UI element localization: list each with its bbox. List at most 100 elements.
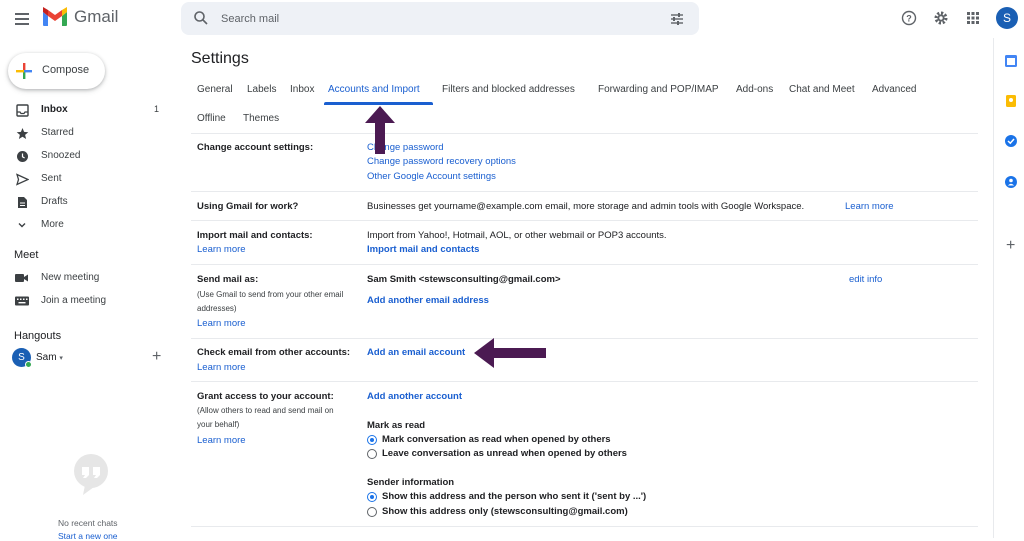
grant-access-help-2: your behalf) bbox=[197, 420, 240, 429]
settings-gear-icon[interactable] bbox=[932, 9, 950, 27]
tab-accounts-and-import[interactable]: Accounts and Import bbox=[328, 84, 420, 95]
mark-read-radio[interactable] bbox=[367, 435, 377, 445]
tab-advanced[interactable]: Advanced bbox=[872, 84, 916, 95]
sidebar-item-starred[interactable]: Starred bbox=[0, 122, 175, 144]
mark-read-option-label: Mark conversation as read when opened by… bbox=[382, 434, 611, 445]
help-icon[interactable]: ? bbox=[900, 9, 918, 27]
unread-count: 1 bbox=[154, 104, 160, 114]
sidebar-item-new-meeting[interactable]: New meeting bbox=[0, 267, 175, 289]
sidebar-item-join-meeting[interactable]: Join a meeting bbox=[0, 290, 175, 312]
divider bbox=[191, 264, 978, 265]
show-both-option-label: Show this address and the person who sen… bbox=[382, 491, 647, 502]
hangouts-section-title: Hangouts bbox=[14, 330, 62, 342]
apps-grid-icon[interactable] bbox=[964, 9, 982, 27]
tab-filters[interactable]: Filters and blocked addresses bbox=[442, 84, 575, 95]
tab-themes[interactable]: Themes bbox=[243, 113, 279, 124]
contacts-icon[interactable] bbox=[1004, 175, 1018, 189]
search-input[interactable] bbox=[221, 2, 641, 35]
divider bbox=[191, 220, 978, 221]
inbox-icon bbox=[15, 103, 29, 117]
file-icon bbox=[15, 195, 29, 209]
check-email-learn-more-link[interactable]: Learn more bbox=[197, 362, 246, 373]
annotation-arrow-up bbox=[365, 106, 395, 154]
compose-label: Compose bbox=[42, 64, 90, 76]
plus-icon bbox=[16, 63, 32, 79]
show-address-only-radio[interactable] bbox=[367, 507, 377, 517]
tab-inbox[interactable]: Inbox bbox=[290, 84, 314, 95]
divider bbox=[191, 133, 978, 134]
chat-bubble-icon bbox=[74, 454, 108, 495]
page-title: Settings bbox=[191, 50, 249, 67]
meet-section-title: Meet bbox=[14, 249, 39, 261]
hangouts-user[interactable]: S Sam ▾ + bbox=[12, 348, 172, 368]
start-new-chat-link[interactable]: Start a new one bbox=[58, 531, 118, 541]
sidebar-item-sent[interactable]: Sent bbox=[0, 168, 175, 190]
hangouts-user-name: Sam ▾ bbox=[36, 352, 63, 363]
main-menu-icon[interactable] bbox=[12, 9, 32, 29]
search-bar[interactable] bbox=[181, 2, 699, 35]
show-both-radio[interactable] bbox=[367, 492, 377, 502]
star-icon bbox=[15, 126, 29, 140]
sidebar-item-drafts[interactable]: Drafts bbox=[0, 191, 175, 213]
sidebar-item-inbox[interactable]: Inbox 1 bbox=[0, 99, 175, 121]
divider bbox=[191, 191, 978, 192]
tab-forwarding[interactable]: Forwarding and POP/IMAP bbox=[598, 84, 719, 95]
compose-button[interactable]: Compose bbox=[8, 53, 105, 89]
workspace-learn-more-link[interactable]: Learn more bbox=[845, 201, 894, 212]
send-as-address: Sam Smith <stewsconsulting@gmail.com> bbox=[367, 274, 561, 285]
check-email-label: Check email from other accounts: bbox=[197, 347, 351, 358]
annotation-arrow-left bbox=[474, 338, 546, 368]
grant-access-help: (Allow others to read and send mail on bbox=[197, 406, 334, 415]
gmail-for-work-label: Using Gmail for work? bbox=[197, 201, 299, 212]
app-name: Gmail bbox=[74, 7, 119, 26]
send-icon bbox=[15, 172, 29, 186]
show-address-only-option-label: Show this address only (stewsconsulting@… bbox=[382, 506, 628, 517]
change-account-label: Change account settings: bbox=[197, 142, 314, 153]
tab-labels[interactable]: Labels bbox=[247, 84, 276, 95]
sidebar-item-label: Drafts bbox=[41, 196, 68, 207]
calendar-icon[interactable] bbox=[1004, 54, 1018, 68]
add-chat-icon[interactable]: + bbox=[152, 348, 161, 366]
import-learn-more-link[interactable]: Learn more bbox=[197, 244, 246, 255]
tab-add-ons[interactable]: Add-ons bbox=[736, 84, 773, 95]
get-add-ons-icon[interactable]: + bbox=[1006, 237, 1015, 255]
video-icon bbox=[15, 271, 29, 285]
add-email-account-link[interactable]: Add an email account bbox=[367, 347, 465, 358]
add-another-account-link[interactable]: Add another account bbox=[367, 391, 462, 402]
search-icon[interactable] bbox=[193, 10, 209, 26]
gmail-m-icon bbox=[43, 7, 67, 26]
tasks-icon[interactable] bbox=[1004, 134, 1018, 148]
search-options-icon[interactable] bbox=[669, 11, 685, 27]
google-account-settings-link[interactable]: Other Google Account settings bbox=[367, 171, 496, 182]
online-status-dot bbox=[25, 361, 32, 368]
divider bbox=[191, 526, 978, 527]
send-mail-as-label: Send mail as: bbox=[197, 274, 259, 285]
change-recovery-link[interactable]: Change password recovery options bbox=[367, 156, 516, 167]
edit-info-link[interactable]: edit info bbox=[849, 274, 882, 285]
tab-offline[interactable]: Offline bbox=[197, 113, 226, 124]
divider bbox=[191, 338, 978, 339]
workspace-text: Businesses get yourname@example.com emai… bbox=[367, 201, 805, 212]
top-bar: Gmail ? S bbox=[0, 0, 1024, 38]
clock-icon bbox=[15, 149, 29, 163]
account-avatar[interactable]: S bbox=[996, 7, 1018, 29]
keep-icon[interactable] bbox=[1004, 94, 1018, 108]
grant-learn-more-link[interactable]: Learn more bbox=[197, 435, 246, 446]
chevron-down-icon bbox=[15, 218, 29, 232]
sidebar-item-label: Snoozed bbox=[41, 150, 81, 161]
add-another-email-link[interactable]: Add another email address bbox=[367, 295, 489, 306]
no-recent-chats-text: No recent chats bbox=[58, 518, 118, 528]
send-mail-as-help-2: addresses) bbox=[197, 304, 237, 313]
import-mail-contacts-link[interactable]: Import mail and contacts bbox=[367, 244, 479, 255]
send-as-learn-more-link[interactable]: Learn more bbox=[197, 318, 246, 329]
tab-general[interactable]: General bbox=[197, 84, 233, 95]
import-text: Import from Yahoo!, Hotmail, AOL, or oth… bbox=[367, 230, 667, 241]
sidebar-item-label: Join a meeting bbox=[41, 295, 107, 306]
tab-chat-and-meet[interactable]: Chat and Meet bbox=[789, 84, 855, 95]
grant-access-label: Grant access to your account: bbox=[197, 391, 334, 402]
leave-unread-radio[interactable] bbox=[367, 449, 377, 459]
gmail-logo[interactable]: Gmail bbox=[42, 7, 118, 27]
sidebar-item-snoozed[interactable]: Snoozed bbox=[0, 145, 175, 167]
sidebar-item-more[interactable]: More bbox=[0, 214, 175, 236]
sidebar-item-label: More bbox=[41, 219, 64, 230]
